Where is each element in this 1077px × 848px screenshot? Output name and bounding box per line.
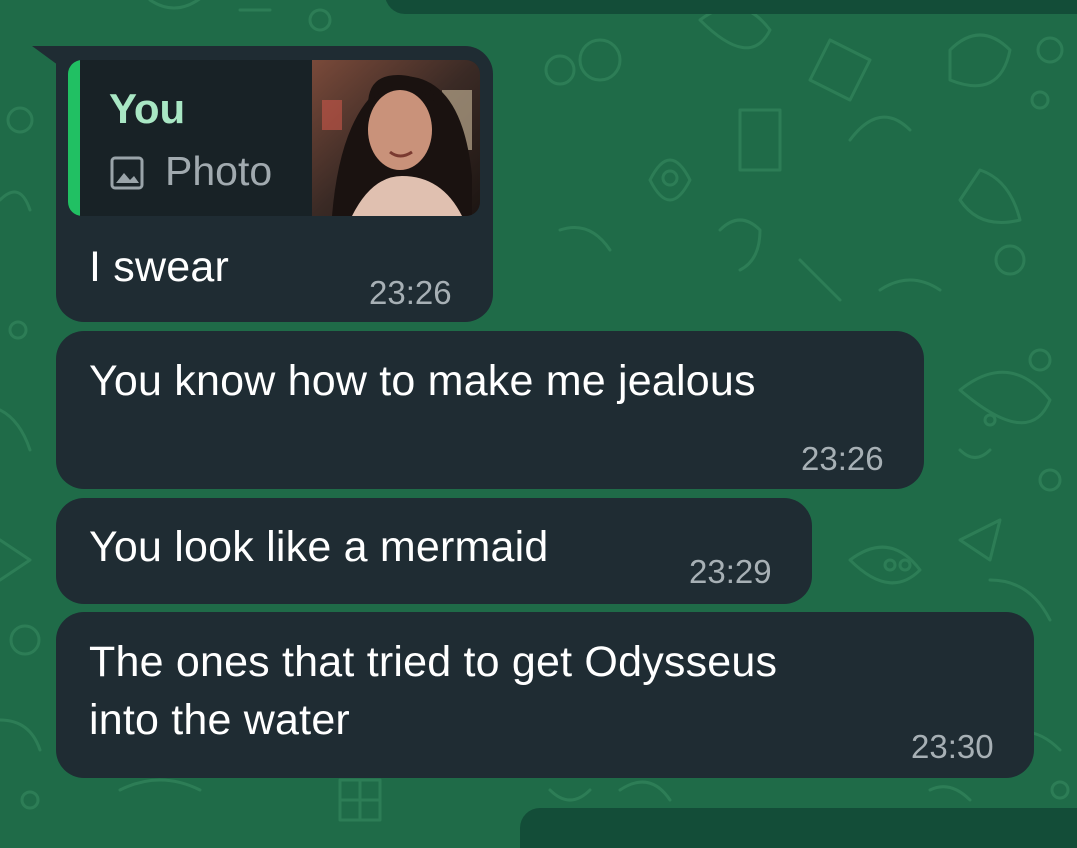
- quote-author: You: [109, 85, 186, 132]
- message-time: 23:26: [801, 440, 884, 477]
- message-time: 23:29: [689, 553, 772, 590]
- reply-quote[interactable]: You Photo: [68, 60, 480, 216]
- previous-message-edge: [385, 0, 1077, 14]
- message-text: You know how to make me jealous: [89, 357, 756, 405]
- quote-type-label: Photo: [165, 148, 273, 194]
- message-text: You look like a mermaid: [89, 523, 549, 571]
- message-time: 23:30: [911, 728, 994, 765]
- message-text: I swear: [89, 243, 229, 291]
- quote-accent-bar: [68, 60, 80, 216]
- next-message-edge: [520, 808, 1077, 848]
- message-text-line-2: into the water: [89, 696, 350, 744]
- message-text-line-1: The ones that tried to get Odysseus: [89, 638, 778, 686]
- photo-thumbnail[interactable]: [312, 60, 480, 216]
- message-time: 23:26: [369, 274, 452, 311]
- image-icon: [110, 156, 144, 190]
